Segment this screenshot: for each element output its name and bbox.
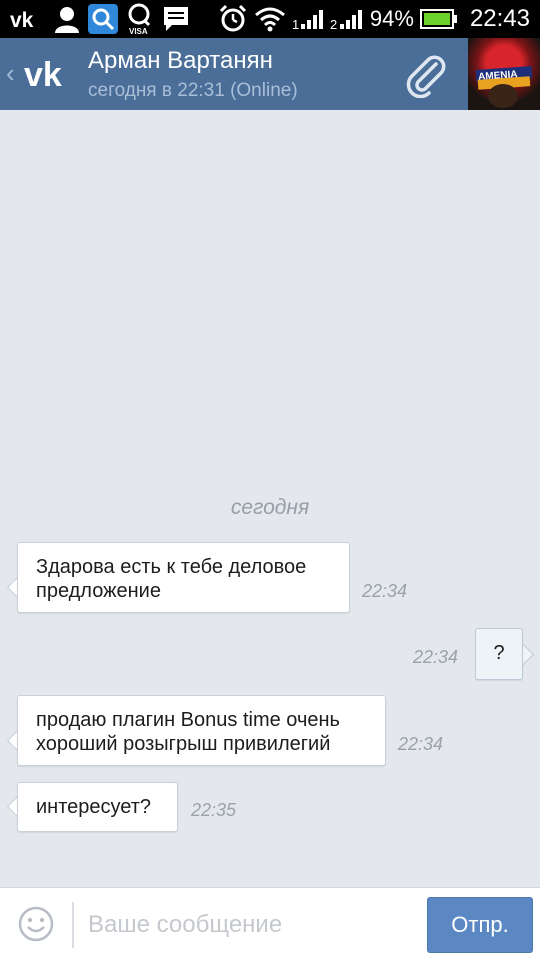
message-bubble-outgoing[interactable]: ?	[475, 628, 523, 680]
chat-header: ‹ vk Арман Вартанян сегодня в 22:31 (Onl…	[0, 38, 540, 110]
status-time: 22:43	[469, 5, 530, 32]
message-bubble-incoming[interactable]: продаю плагин Bonus time очень хороший р…	[17, 695, 386, 766]
search-app-icon	[88, 4, 118, 34]
attach-paperclip-icon[interactable]	[402, 52, 448, 103]
send-button[interactable]: Отпр.	[427, 897, 533, 953]
message-line: интересует?	[36, 796, 152, 818]
wifi-icon	[254, 6, 286, 32]
signal-2-icon: 2	[330, 7, 364, 31]
battery-icon	[419, 8, 458, 30]
contact-info[interactable]: Арман Вартанян сегодня в 22:31 (Online)	[88, 46, 298, 104]
contact-name: Арман Вартанян	[88, 47, 273, 74]
message-composer: Отпр.	[0, 887, 540, 961]
message-input[interactable]	[86, 898, 420, 952]
status-bar: vk VISA 1 2 94% 22:43	[0, 0, 540, 38]
qiwi-icon: VISA	[126, 3, 154, 35]
vk-icon: vk	[10, 8, 46, 30]
back-chevron-icon[interactable]: ‹	[6, 60, 15, 86]
message-line: предложение	[36, 580, 161, 602]
message-time: 22:34	[413, 647, 459, 667]
message-time: 22:34	[398, 734, 444, 754]
day-separator: сегодня	[230, 496, 310, 519]
svg-text:1: 1	[292, 17, 299, 31]
svg-text:vk: vk	[24, 56, 62, 92]
qiwi-visa-label: VISA	[129, 27, 148, 35]
contact-status: сегодня в 22:31 (Online)	[88, 80, 298, 101]
avatar-caption: AMENIA	[478, 69, 518, 83]
message-line: продаю плагин Bonus time очень	[36, 709, 340, 731]
message-bubble-incoming[interactable]: интересует?	[17, 782, 178, 832]
message-time: 22:34	[362, 581, 408, 601]
signal-1-icon: 1	[292, 7, 324, 31]
message-line: Здарова есть к тебе деловое	[36, 556, 307, 578]
message-icon	[162, 5, 190, 33]
message-time: 22:35	[191, 800, 237, 820]
battery-percent: 94%	[369, 6, 414, 31]
contacts-icon	[54, 5, 80, 33]
contact-avatar[interactable]: AMENIA	[468, 38, 540, 110]
message-line: хороший розыгрыш привилегий	[36, 733, 331, 755]
svg-text:vk: vk	[10, 9, 34, 30]
message-bubble-incoming[interactable]: Здарова есть к тебе деловое предложение	[17, 542, 350, 613]
emoji-smiley-icon[interactable]	[18, 906, 54, 947]
alarm-icon	[218, 4, 248, 34]
message-line: ?	[493, 642, 505, 664]
vk-logo-icon[interactable]: vk	[24, 56, 76, 97]
composer-divider	[72, 902, 74, 948]
svg-text:2: 2	[330, 17, 337, 31]
